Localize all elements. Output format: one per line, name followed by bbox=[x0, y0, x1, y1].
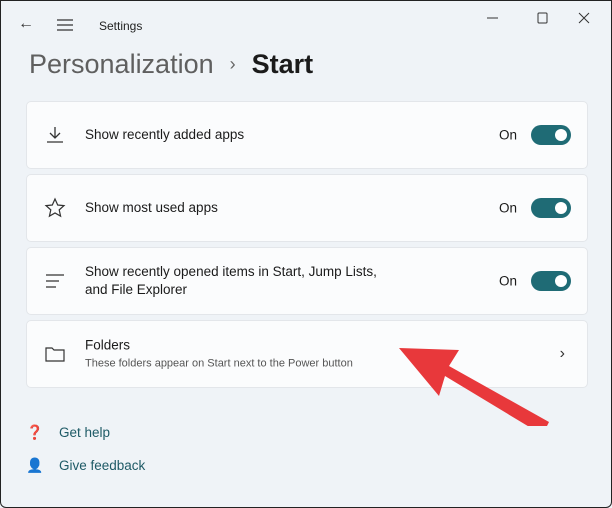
minimize-button[interactable] bbox=[487, 17, 499, 19]
back-icon[interactable]: ← bbox=[18, 15, 34, 33]
page-title: Start bbox=[251, 49, 314, 79]
toggle-state: On bbox=[498, 127, 517, 143]
breadcrumb-parent[interactable]: Personalization bbox=[29, 49, 214, 80]
toggle-state: On bbox=[498, 273, 517, 289]
label-line2: and File Explorer bbox=[85, 282, 188, 297]
setting-label: Show recently added apps bbox=[85, 127, 245, 142]
setting-label: Folders These folders appear on Start nex… bbox=[85, 337, 353, 372]
title-bar: ← Settings bbox=[1, 1, 611, 51]
toggle-state: On bbox=[498, 200, 517, 216]
breadcrumb-separator: › bbox=[229, 54, 236, 74]
maximize-button[interactable] bbox=[537, 12, 549, 24]
most-used-toggle[interactable] bbox=[531, 198, 571, 218]
setting-recently-added[interactable]: Show recently added apps On bbox=[26, 101, 588, 169]
give-feedback-label: Give feedback bbox=[59, 458, 146, 473]
download-icon bbox=[47, 127, 63, 143]
red-arrow-annotation bbox=[399, 348, 549, 426]
help-icon: ❓ bbox=[26, 424, 44, 440]
setting-label: Show recently opened items in Start, Jum… bbox=[85, 263, 377, 299]
give-feedback-link[interactable]: 👤 Give feedback bbox=[26, 457, 145, 474]
setting-label: Show most used apps bbox=[85, 200, 218, 215]
recently-opened-toggle[interactable] bbox=[531, 271, 571, 291]
star-icon bbox=[44, 197, 66, 218]
label-line1: Show recently opened items in Start, Jum… bbox=[85, 264, 377, 279]
window-title: Settings bbox=[99, 19, 143, 33]
setting-recently-opened[interactable]: Show recently opened items in Start, Jum… bbox=[26, 247, 588, 315]
get-help-label: Get help bbox=[59, 425, 111, 440]
close-button[interactable] bbox=[578, 12, 590, 24]
list-icon bbox=[46, 274, 64, 288]
folder-icon bbox=[45, 347, 65, 362]
folders-description: These folders appear on Start next to th… bbox=[85, 357, 353, 370]
menu-icon[interactable] bbox=[57, 19, 73, 31]
setting-most-used[interactable]: Show most used apps On bbox=[26, 174, 588, 242]
feedback-icon: 👤 bbox=[26, 457, 44, 473]
get-help-link[interactable]: ❓ Get help bbox=[26, 424, 110, 441]
folders-title: Folders bbox=[85, 337, 131, 353]
breadcrumb: Personalization › Start bbox=[29, 49, 313, 80]
recently-added-toggle[interactable] bbox=[531, 125, 571, 145]
